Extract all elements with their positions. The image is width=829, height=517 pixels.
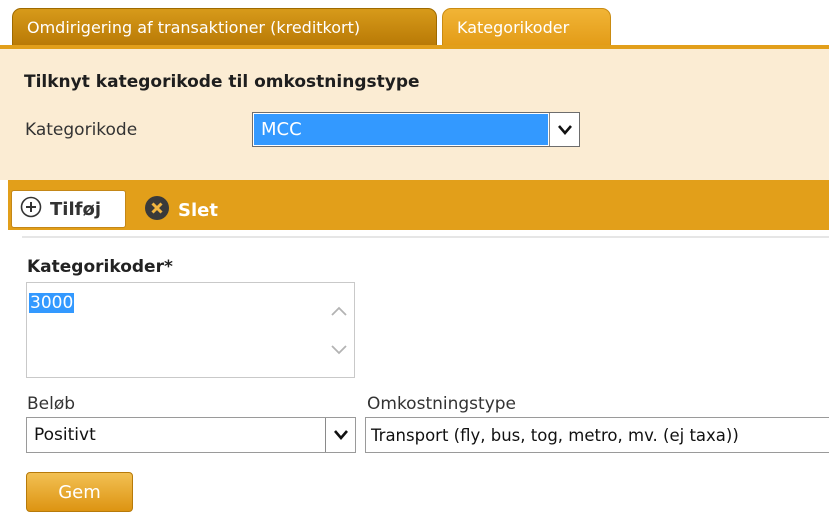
scroll-up-icon[interactable] xyxy=(331,306,347,316)
add-button-label: Tilføj xyxy=(50,198,101,220)
toolbar xyxy=(8,180,829,230)
category-codes-scrollbar[interactable] xyxy=(324,283,354,377)
category-code-label: Kategorikode xyxy=(25,120,138,140)
tab-redirect-transactions-label: Omdirigering af transaktioner (kreditkor… xyxy=(27,17,361,37)
save-button-label: Gem xyxy=(58,481,101,503)
delete-button[interactable]: Slet xyxy=(144,192,218,228)
chevron-down-icon[interactable] xyxy=(549,113,579,146)
category-codes-label: Kategorikoder* xyxy=(27,257,173,277)
amount-label: Beløb xyxy=(27,394,76,414)
category-codes-textarea[interactable]: 3000 xyxy=(26,282,355,378)
section-title: Tilknyt kategorikode til omkostningstype xyxy=(24,72,420,92)
expense-type-selected-value: Transport (fly, bus, tog, metro, mv. (ej… xyxy=(371,425,739,445)
category-code-select[interactable]: MCC xyxy=(252,112,580,147)
delete-button-label: Slet xyxy=(178,199,218,221)
scroll-down-icon[interactable] xyxy=(331,345,347,355)
expense-type-select[interactable]: Transport (fly, bus, tog, metro, mv. (ej… xyxy=(365,417,829,453)
amount-selected-value: Positivt xyxy=(34,425,96,445)
divider xyxy=(22,236,829,238)
tab-category-codes-label: Kategorikoder xyxy=(457,17,570,37)
amount-select[interactable]: Positivt xyxy=(26,417,356,453)
delete-circle-icon xyxy=(144,195,170,225)
tab-category-codes[interactable]: Kategorikoder xyxy=(442,8,611,46)
category-code-selected-value: MCC xyxy=(254,114,548,145)
chevron-down-icon[interactable] xyxy=(325,418,355,452)
tab-redirect-transactions[interactable]: Omdirigering af transaktioner (kreditkor… xyxy=(12,8,437,46)
expense-type-label: Omkostningstype xyxy=(367,394,516,414)
category-codes-value: 3000 xyxy=(29,293,75,313)
plus-circle-icon xyxy=(20,196,42,222)
add-button[interactable]: Tilføj xyxy=(11,190,126,228)
save-button[interactable]: Gem xyxy=(26,472,133,512)
